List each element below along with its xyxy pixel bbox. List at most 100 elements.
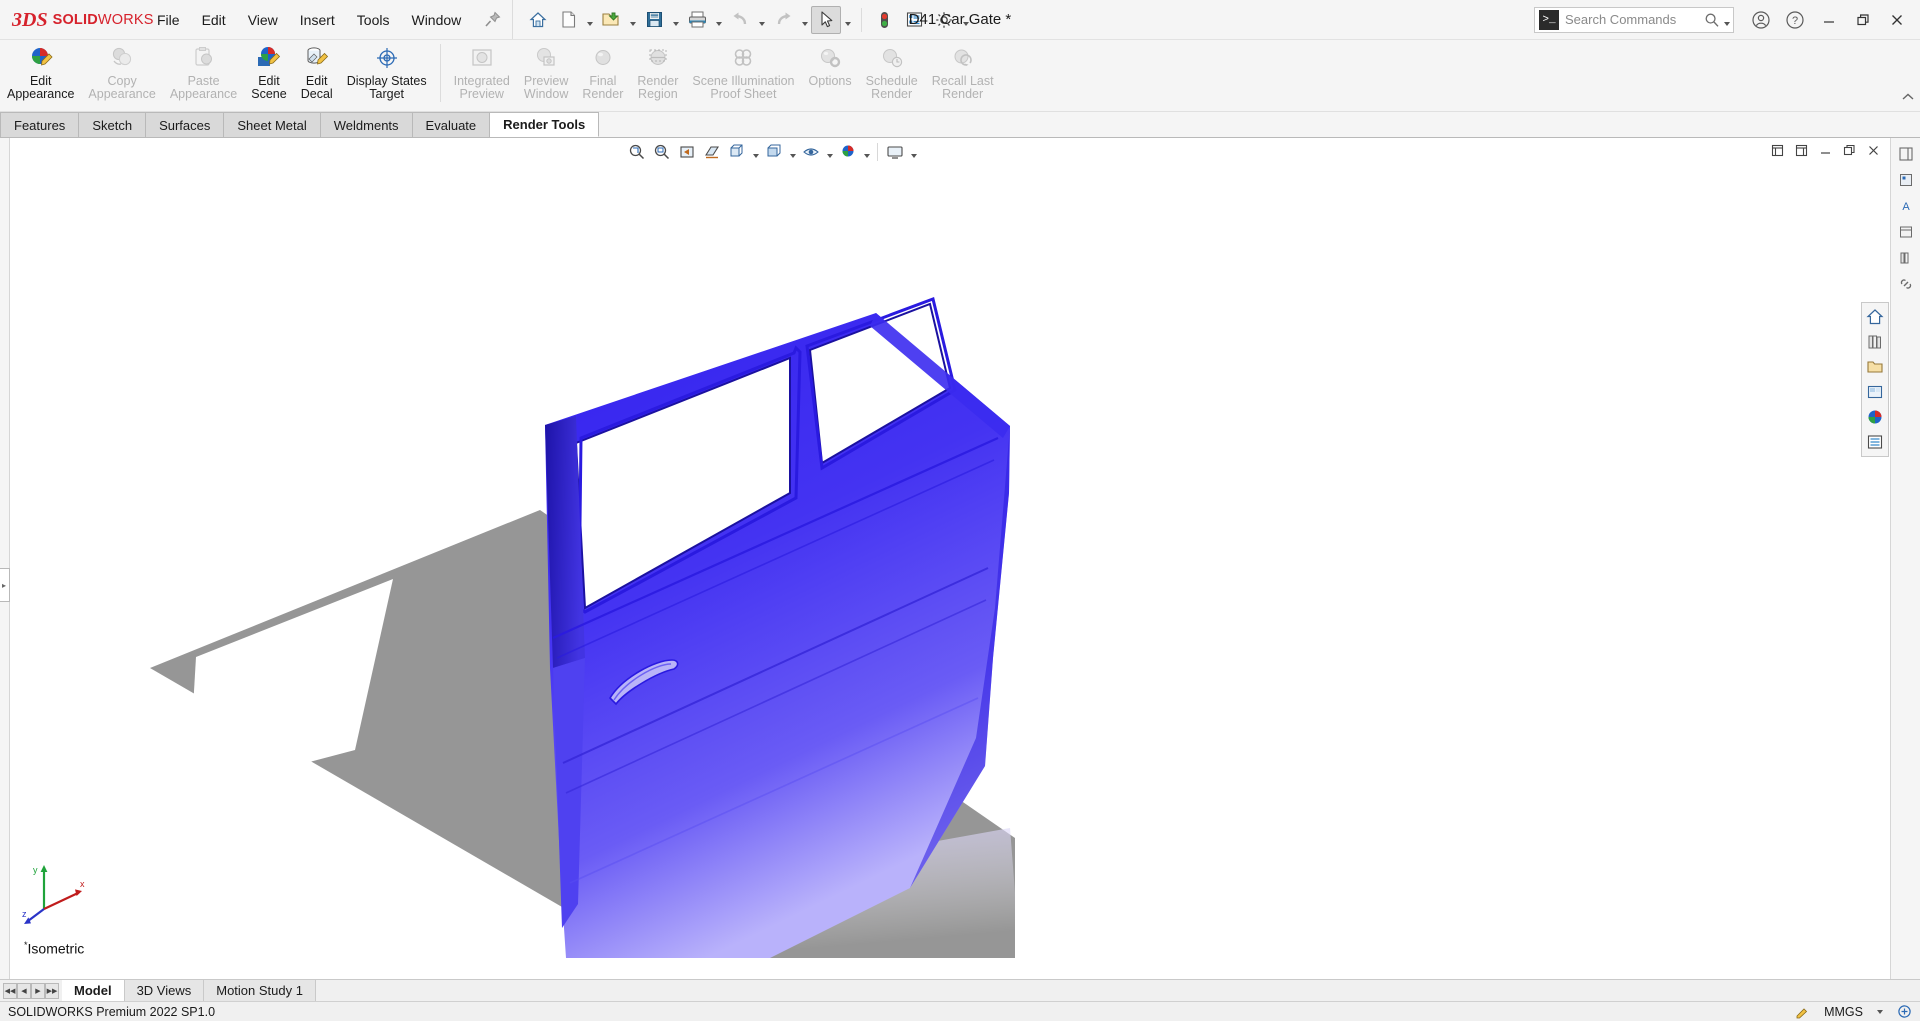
print-caret-icon[interactable] bbox=[712, 6, 725, 34]
menu-window[interactable]: Window bbox=[400, 6, 472, 34]
edit-decal-button[interactable]: Edit Decal bbox=[294, 40, 340, 110]
library-icon[interactable] bbox=[1894, 246, 1918, 270]
rebuild-button[interactable] bbox=[869, 6, 899, 34]
display-pane-icon[interactable] bbox=[1894, 220, 1918, 244]
hide-show-caret-icon[interactable] bbox=[824, 140, 835, 164]
maximize-window-icon[interactable] bbox=[1790, 140, 1812, 160]
recall-last-render-button[interactable]: Recall Last Render bbox=[925, 40, 1001, 110]
view-settings-caret-icon[interactable] bbox=[908, 140, 919, 164]
search-commands-box[interactable]: >_ Search Commands bbox=[1534, 6, 1734, 34]
render-region-button[interactable]: Render Region bbox=[630, 40, 685, 110]
chevron-up-icon[interactable] bbox=[1902, 92, 1914, 102]
save-button[interactable] bbox=[639, 6, 669, 34]
bottom-tab-model[interactable]: Model bbox=[62, 980, 125, 1001]
feature-manager-collapsed-strip[interactable]: ▸ bbox=[0, 138, 10, 979]
file-explorer-icon[interactable] bbox=[1864, 356, 1886, 378]
new-document-caret-icon[interactable] bbox=[583, 6, 596, 34]
tab-evaluate[interactable]: Evaluate bbox=[412, 112, 491, 137]
units-label[interactable]: MMGS bbox=[1824, 1005, 1863, 1019]
bottom-tab-3d-views[interactable]: 3D Views bbox=[124, 980, 205, 1001]
design-library-icon[interactable] bbox=[1864, 331, 1886, 353]
nav-prev-button[interactable]: ◀ bbox=[17, 982, 31, 999]
feature-manager-expand-handle[interactable]: ▸ bbox=[0, 568, 10, 602]
solidworks-resources-icon[interactable] bbox=[1864, 306, 1886, 328]
user-account-icon[interactable] bbox=[1744, 5, 1778, 35]
select-caret-icon[interactable] bbox=[841, 6, 854, 34]
tile-window-icon[interactable] bbox=[1838, 140, 1860, 160]
previous-view-button[interactable] bbox=[675, 140, 699, 164]
pin-icon[interactable] bbox=[480, 8, 504, 32]
edit-pencil-icon[interactable] bbox=[1795, 1004, 1810, 1019]
display-style-caret-icon[interactable] bbox=[787, 140, 798, 164]
close-doc-button[interactable] bbox=[1862, 140, 1884, 160]
solidworks-logo[interactable]: 3DS SOLIDWORKS bbox=[0, 10, 153, 30]
display-states-button[interactable]: Display States Target bbox=[340, 40, 434, 110]
view-settings-button[interactable] bbox=[883, 140, 907, 164]
zoom-to-fit-button[interactable] bbox=[625, 140, 649, 164]
menu-tools[interactable]: Tools bbox=[346, 6, 401, 34]
file-properties-button[interactable] bbox=[899, 6, 929, 34]
nav-first-button[interactable]: ◀◀ bbox=[3, 982, 17, 999]
menu-edit[interactable]: Edit bbox=[191, 6, 237, 34]
task-pane-expand-icon[interactable] bbox=[1894, 142, 1918, 166]
section-view-button[interactable] bbox=[700, 140, 724, 164]
open-caret-icon[interactable] bbox=[626, 6, 639, 34]
menu-view[interactable]: View bbox=[237, 6, 289, 34]
options-caret-icon[interactable] bbox=[959, 6, 972, 34]
apply-scene-caret-icon[interactable] bbox=[861, 140, 872, 164]
print-button[interactable] bbox=[682, 6, 712, 34]
home-button[interactable] bbox=[523, 6, 553, 34]
nav-last-button[interactable]: ▶▶ bbox=[45, 982, 59, 999]
apply-scene-button[interactable] bbox=[836, 140, 860, 164]
tab-features[interactable]: Features bbox=[0, 112, 80, 137]
scene-illumination-proof-sheet-button[interactable]: Scene Illumination Proof Sheet bbox=[685, 40, 801, 110]
annotation-a-icon[interactable]: A bbox=[1894, 194, 1918, 218]
custom-properties-icon[interactable] bbox=[1864, 431, 1886, 453]
tab-render-tools[interactable]: Render Tools bbox=[490, 112, 600, 137]
preview-window-button[interactable]: Preview Window bbox=[517, 40, 575, 110]
edit-scene-button[interactable]: Edit Scene bbox=[244, 40, 293, 110]
car-door-model[interactable] bbox=[10, 138, 1550, 958]
select-button[interactable] bbox=[811, 5, 842, 34]
integrated-preview-button[interactable]: Integrated Preview bbox=[447, 40, 517, 110]
display-style-button[interactable] bbox=[762, 140, 786, 164]
restore-window-button[interactable] bbox=[1846, 5, 1880, 35]
tab-sketch[interactable]: Sketch bbox=[79, 112, 147, 137]
new-document-button[interactable] bbox=[553, 6, 583, 34]
view-orientation-button[interactable] bbox=[725, 140, 749, 164]
units-caret-icon[interactable] bbox=[1877, 1009, 1883, 1014]
undo-caret-icon[interactable] bbox=[755, 6, 768, 34]
search-input[interactable]: Search Commands bbox=[1563, 12, 1704, 27]
graphics-viewport[interactable]: y x z *Isometric bbox=[10, 138, 1890, 979]
zoom-to-area-button[interactable] bbox=[650, 140, 674, 164]
menu-insert[interactable]: Insert bbox=[289, 6, 346, 34]
status-glyph-icon[interactable] bbox=[1897, 1004, 1912, 1019]
view-palette-icon[interactable] bbox=[1864, 381, 1886, 403]
tab-sheet-metal[interactable]: Sheet Metal bbox=[224, 112, 321, 137]
search-icon[interactable] bbox=[1704, 12, 1720, 28]
tab-surfaces[interactable]: Surfaces bbox=[146, 112, 225, 137]
save-caret-icon[interactable] bbox=[669, 6, 682, 34]
tab-weldments[interactable]: Weldments bbox=[320, 112, 413, 137]
bottom-tab-motion-study-1[interactable]: Motion Study 1 bbox=[204, 980, 316, 1001]
final-render-button[interactable]: Final Render bbox=[575, 40, 630, 110]
appearance-swatch-icon[interactable] bbox=[1894, 168, 1918, 192]
linked-icon[interactable] bbox=[1894, 272, 1918, 296]
appearances-scenes-decals-icon[interactable] bbox=[1864, 406, 1886, 428]
view-orientation-caret-icon[interactable] bbox=[750, 140, 761, 164]
minimize-doc-button[interactable] bbox=[1814, 140, 1836, 160]
undo-button[interactable] bbox=[725, 6, 755, 34]
hide-show-items-button[interactable] bbox=[799, 140, 823, 164]
redo-caret-icon[interactable] bbox=[798, 6, 811, 34]
close-window-button[interactable] bbox=[1880, 5, 1914, 35]
render-options-button[interactable]: Options bbox=[802, 40, 859, 110]
menu-file[interactable]: File bbox=[146, 6, 191, 34]
help-question-icon[interactable]: ? bbox=[1778, 5, 1812, 35]
paste-appearance-button[interactable]: Paste Appearance bbox=[163, 40, 244, 110]
copy-appearance-button[interactable]: Copy Appearance bbox=[81, 40, 162, 110]
schedule-render-button[interactable]: Schedule Render bbox=[859, 40, 925, 110]
options-button[interactable] bbox=[929, 6, 959, 34]
open-button[interactable] bbox=[596, 6, 626, 34]
search-caret-icon[interactable] bbox=[1720, 6, 1733, 34]
edit-appearance-button[interactable]: Edit Appearance bbox=[0, 40, 81, 110]
